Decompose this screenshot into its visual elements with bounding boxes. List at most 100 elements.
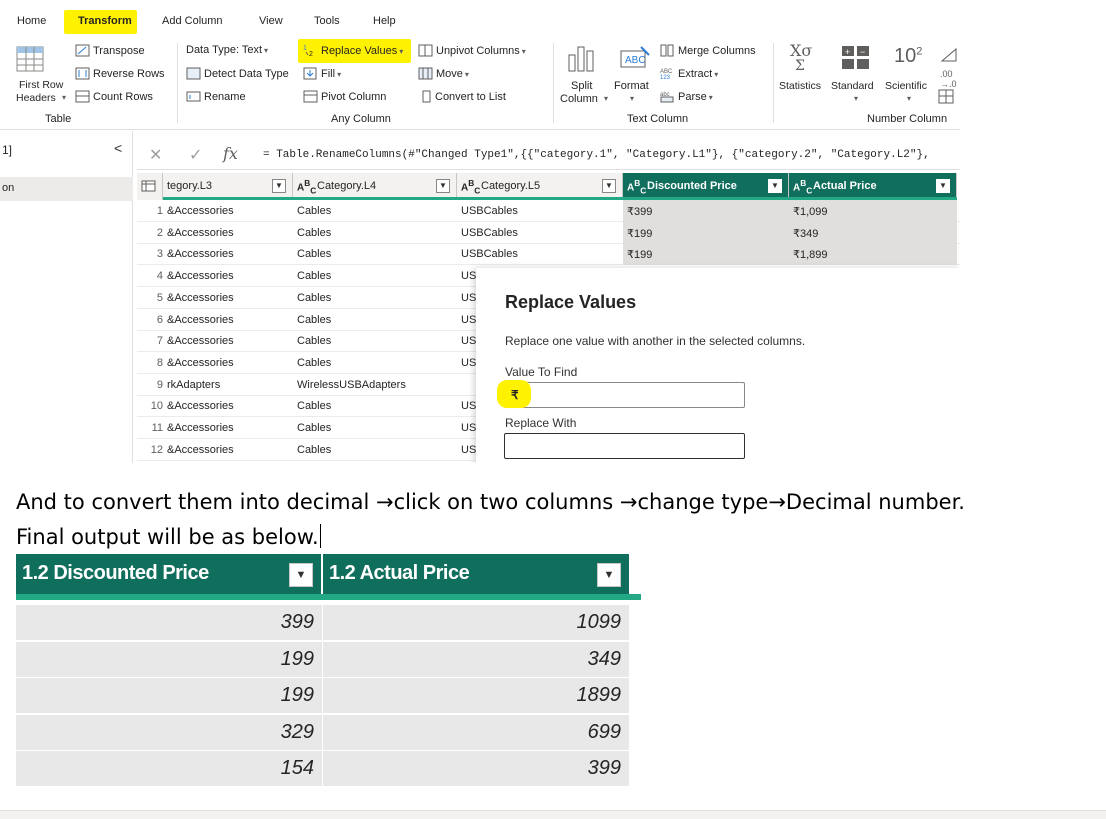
- replace-values-button[interactable]: 1 2 Replace Values ▾: [303, 44, 403, 60]
- cell-category-l4[interactable]: Cables: [297, 314, 455, 326]
- table-row[interactable]: 399 1099: [16, 605, 641, 641]
- transpose-button[interactable]: Transpose: [75, 44, 145, 60]
- cell-category-l4[interactable]: Cables: [297, 248, 455, 260]
- cell-category-l5[interactable]: USBCables: [461, 248, 621, 260]
- cell-discounted-price[interactable]: ₹199: [627, 248, 787, 261]
- standard-label: Standard: [831, 80, 874, 92]
- table-row[interactable]: 154 399: [16, 751, 641, 787]
- cell-category-l4[interactable]: Cables: [297, 270, 455, 282]
- cell-category-l3[interactable]: &Accessories: [167, 270, 291, 282]
- column-header-discounted-price[interactable]: ABC Discounted Price ▼: [623, 173, 789, 200]
- move-button[interactable]: Move ▾: [418, 67, 469, 83]
- cell-discounted-price[interactable]: ₹199: [627, 227, 787, 240]
- cell-category-l3[interactable]: &Accessories: [167, 248, 291, 260]
- cell-category-l3[interactable]: &Accessories: [167, 314, 291, 326]
- filter-dropdown-icon[interactable]: ▼: [272, 179, 286, 193]
- cell-category-l4[interactable]: Cables: [297, 227, 455, 239]
- filter-dropdown-icon[interactable]: ▼: [936, 179, 950, 193]
- cell-category-l3[interactable]: &Accessories: [167, 422, 291, 434]
- cell-category-l3[interactable]: &Accessories: [167, 227, 291, 239]
- cell-category-l3[interactable]: &Accessories: [167, 335, 291, 347]
- table-row[interactable]: 1 &Accessories Cables USBCables ₹399 ₹1,099: [137, 200, 960, 222]
- final-header-discounted-price[interactable]: 1.2 Discounted Price ▼: [16, 554, 322, 594]
- cell-actual-price[interactable]: 1899: [323, 678, 630, 713]
- value-to-find-input[interactable]: ₹: [497, 380, 745, 408]
- count-rows-button[interactable]: Count Rows: [75, 90, 153, 106]
- formula-input[interactable]: = Table.RenameColumns(#"Changed Type1",{…: [263, 149, 930, 161]
- cancel-icon[interactable]: ✕: [149, 145, 162, 165]
- table-row[interactable]: 2 &Accessories Cables USBCables ₹199 ₹349: [137, 221, 960, 244]
- convert-to-list-button[interactable]: Convert to List: [422, 90, 506, 106]
- column-header-category-l5[interactable]: ABC Category.L5 ▼: [457, 173, 623, 200]
- filter-dropdown-icon[interactable]: ▼: [768, 179, 782, 193]
- tab-transform[interactable]: Transform: [78, 15, 132, 27]
- cell-discounted-price[interactable]: 199: [16, 678, 323, 713]
- parse-button[interactable]: abc Parse ▾: [660, 90, 713, 106]
- replace-with-input[interactable]: [504, 433, 745, 459]
- cell-category-l4[interactable]: Cables: [297, 205, 455, 217]
- cell-category-l3[interactable]: &Accessories: [167, 444, 291, 456]
- tab-help[interactable]: Help: [373, 15, 396, 27]
- cell-discounted-price[interactable]: 399: [16, 605, 323, 640]
- filter-dropdown-icon[interactable]: ▼: [289, 563, 313, 587]
- reverse-rows-button[interactable]: Reverse Rows: [75, 67, 165, 83]
- cell-category-l3[interactable]: &Accessories: [167, 400, 291, 412]
- cell-category-l3[interactable]: &Accessories: [167, 205, 291, 217]
- unpivot-columns-button[interactable]: Unpivot Columns ▾: [418, 44, 526, 60]
- tab-tools[interactable]: Tools: [314, 15, 340, 27]
- column-header-category-l3[interactable]: tegory.L3 ▼: [163, 173, 293, 200]
- pivot-column-button[interactable]: Pivot Column: [303, 90, 386, 106]
- column-header-category-l4[interactable]: ABC Category.L4 ▼: [293, 173, 457, 200]
- cell-category-l3[interactable]: &Accessories: [167, 357, 291, 369]
- tab-view[interactable]: View: [259, 15, 283, 27]
- cell-category-l5[interactable]: USBCables: [461, 205, 621, 217]
- fx-icon[interactable]: fx: [223, 144, 238, 163]
- table-row[interactable]: 3 &Accessories Cables USBCables ₹199 ₹1,899: [137, 243, 960, 266]
- cell-actual-price[interactable]: ₹1,899: [793, 248, 953, 261]
- extract-button[interactable]: ABC 123 Extract ▾: [660, 67, 718, 83]
- data-type-dropdown[interactable]: Data Type: Text ▾: [186, 44, 268, 56]
- information-icon[interactable]: [938, 89, 956, 110]
- cell-discounted-price[interactable]: 199: [16, 641, 323, 677]
- table-row[interactable]: 329 699: [16, 714, 641, 751]
- collapse-icon[interactable]: <: [114, 140, 122, 156]
- cell-actual-price[interactable]: 349: [323, 641, 630, 677]
- tab-add-column[interactable]: Add Column: [162, 15, 223, 27]
- table-menu-icon[interactable]: [137, 173, 163, 200]
- filter-dropdown-icon[interactable]: ▼: [436, 179, 450, 193]
- tab-home[interactable]: Home: [17, 15, 46, 27]
- chevron-down-icon: ▾: [714, 70, 719, 79]
- rounding-icon[interactable]: .00 →.0: [940, 69, 957, 89]
- cell-category-l4[interactable]: WirelessUSBAdapters: [297, 379, 455, 391]
- cell-discounted-price[interactable]: 329: [16, 714, 323, 750]
- cell-category-l4[interactable]: Cables: [297, 444, 455, 456]
- query-item-selected[interactable]: on: [0, 177, 133, 201]
- cell-category-l4[interactable]: Cables: [297, 335, 455, 347]
- chevron-down-icon: ▾: [399, 47, 404, 56]
- cell-discounted-price[interactable]: 154: [16, 751, 323, 786]
- cell-category-l4[interactable]: Cables: [297, 400, 455, 412]
- cell-category-l4[interactable]: Cables: [297, 422, 455, 434]
- cell-category-l4[interactable]: Cables: [297, 292, 455, 304]
- detect-data-type-button[interactable]: Detect Data Type: [186, 67, 289, 83]
- cell-category-l3[interactable]: rkAdapters: [167, 379, 291, 391]
- fill-button[interactable]: Fill ▾: [303, 67, 341, 83]
- final-header-actual-price[interactable]: 1.2 Actual Price ▼: [323, 554, 629, 594]
- column-header-actual-price[interactable]: ABC Actual Price ▼: [789, 173, 957, 200]
- cell-actual-price[interactable]: 399: [323, 751, 630, 786]
- filter-dropdown-icon[interactable]: ▼: [597, 563, 621, 587]
- cell-category-l4[interactable]: Cables: [297, 357, 455, 369]
- table-row[interactable]: 199 1899: [16, 678, 641, 714]
- cell-category-l3[interactable]: &Accessories: [167, 292, 291, 304]
- cell-actual-price[interactable]: ₹349: [793, 227, 953, 240]
- commit-icon[interactable]: ✓: [189, 145, 202, 165]
- cell-actual-price[interactable]: 699: [323, 714, 630, 750]
- cell-actual-price[interactable]: 1099: [323, 605, 630, 640]
- table-row[interactable]: 199 349: [16, 641, 641, 678]
- merge-columns-button[interactable]: Merge Columns: [660, 44, 756, 60]
- rename-button[interactable]: Rename: [186, 90, 246, 106]
- cell-actual-price[interactable]: ₹1,099: [793, 205, 953, 218]
- filter-dropdown-icon[interactable]: ▼: [602, 179, 616, 193]
- cell-discounted-price[interactable]: ₹399: [627, 205, 787, 218]
- cell-category-l5[interactable]: USBCables: [461, 227, 621, 239]
